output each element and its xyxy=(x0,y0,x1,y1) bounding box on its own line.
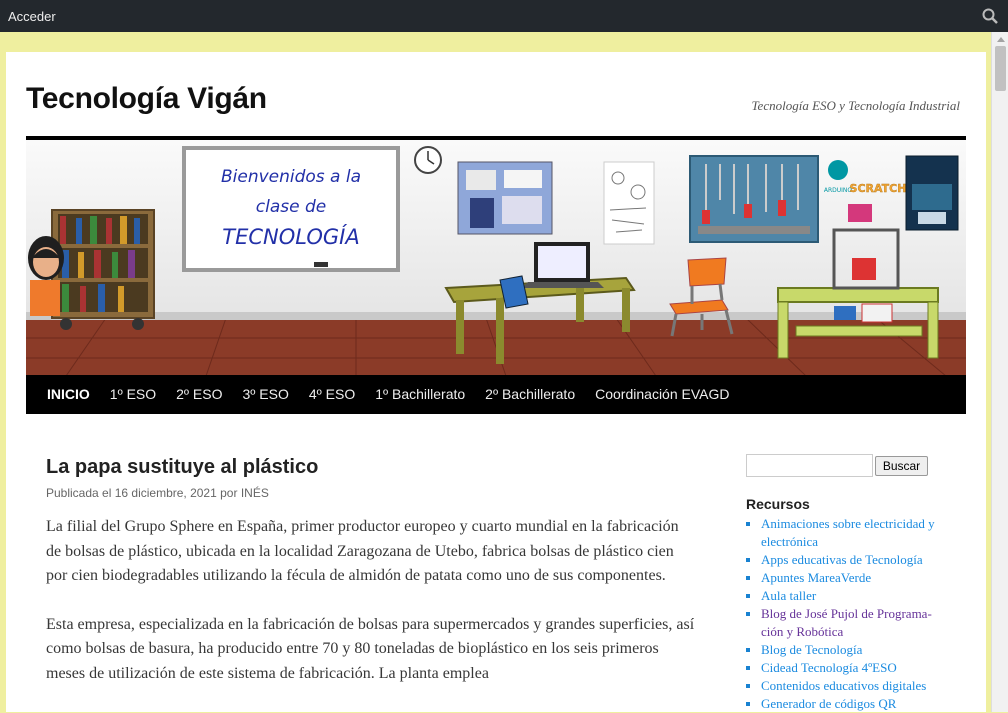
resource-link[interactable]: Blog de José Pujol de Programa-ción y Ro… xyxy=(761,606,932,639)
search-icon[interactable] xyxy=(980,6,1000,26)
admin-bar: Acceder xyxy=(0,0,1008,32)
nav-item-coordinacion-evagd[interactable]: Coordinación EVAGD xyxy=(585,375,739,414)
sidebar-search-button[interactable]: Buscar xyxy=(875,456,928,476)
resource-link[interactable]: Blog de Tecnología xyxy=(761,642,862,657)
resource-link[interactable]: Aula taller xyxy=(761,588,816,603)
resource-link[interactable]: Cidead Tecnología 4ºESO xyxy=(761,660,897,675)
nav-item-inicio[interactable]: INICIO xyxy=(37,375,100,414)
post-title[interactable]: La papa sustituye al plástico xyxy=(46,456,318,479)
whiteboard-line3: TECNOLOGÍA xyxy=(222,224,359,249)
site-description: Tecnología ESO y Tecnología Industrial xyxy=(751,98,960,113)
nav-item-2-bachillerato[interactable]: 2º Bachillerato xyxy=(475,375,585,414)
header-banner[interactable]: Bienvenidos a la clase de TECNOLOGÍA ARD… xyxy=(26,136,966,376)
resource-link[interactable]: Animaciones sobre electricidad y electró… xyxy=(761,516,935,549)
scratch-label: SCRATCH xyxy=(850,182,907,195)
post-paragraph: La filial del Grupo Sphere en España, pr… xyxy=(46,518,679,584)
post-paragraph: Esta empresa, especializada en la fabric… xyxy=(46,615,695,682)
sidebar-search-input[interactable] xyxy=(746,454,873,477)
nav-item-4-eso[interactable]: 4º ESO xyxy=(299,375,365,414)
arduino-label: ARDUINO xyxy=(824,187,853,194)
list-item: Blog de José Pujol de Programa-ción y Ro… xyxy=(761,605,946,641)
whiteboard-line1: Bienvenidos a la xyxy=(221,167,361,187)
list-item: Apuntes MareaVerde xyxy=(761,569,946,587)
page: Tecnología Vigán Tecnología ESO y Tecnol… xyxy=(6,52,986,712)
nav-item-1-eso[interactable]: 1º ESO xyxy=(100,375,166,414)
list-item: Cidead Tecnología 4ºESO xyxy=(761,659,946,677)
list-item: Apps educativas de Tecnología xyxy=(761,551,946,569)
resources-list: Animaciones sobre electricidad y electró… xyxy=(746,515,946,713)
resource-link[interactable]: Contenidos educativos digitales xyxy=(761,678,926,693)
resources-widget-title: Recursos xyxy=(746,496,810,512)
nav-item-3-eso[interactable]: 3º ESO xyxy=(233,375,299,414)
list-item: Animaciones sobre electricidad y electró… xyxy=(761,515,946,551)
resource-link[interactable]: Apuntes MareaVerde xyxy=(761,570,871,585)
post-body: La filial del Grupo Sphere en España, pr… xyxy=(46,515,696,710)
post-meta-prefix: Publicada el xyxy=(46,486,115,500)
list-item: Blog de Tecnología xyxy=(761,641,946,659)
scrollbar-thumb[interactable] xyxy=(995,46,1006,91)
post-meta-by: por xyxy=(216,486,241,500)
list-item: Generador de códigos QR xyxy=(761,695,946,713)
whiteboard-line2: clase de xyxy=(256,197,326,217)
site-title[interactable]: Tecnología Vigán xyxy=(26,82,267,116)
nav-item-2-eso[interactable]: 2º ESO xyxy=(166,375,232,414)
resource-link[interactable]: Apps educativas de Tecnología xyxy=(761,552,923,567)
scrollbar[interactable] xyxy=(991,32,1008,712)
resource-link[interactable]: Generador de códigos QR xyxy=(761,696,896,711)
scroll-up-arrow-icon[interactable] xyxy=(992,32,1008,46)
post-author-link[interactable]: INÉS xyxy=(241,486,269,500)
login-link[interactable]: Acceder xyxy=(8,9,56,24)
post-date-link[interactable]: 16 diciembre, 2021 xyxy=(115,486,217,500)
list-item: Contenidos educativos digitales xyxy=(761,677,946,695)
nav-item-1-bachillerato[interactable]: 1º Bachillerato xyxy=(365,375,475,414)
main-nav: INICIO 1º ESO 2º ESO 3º ESO 4º ESO 1º Ba… xyxy=(26,375,966,414)
list-item: Aula taller xyxy=(761,587,946,605)
post-meta: Publicada el 16 diciembre, 2021 por INÉS xyxy=(46,486,269,500)
